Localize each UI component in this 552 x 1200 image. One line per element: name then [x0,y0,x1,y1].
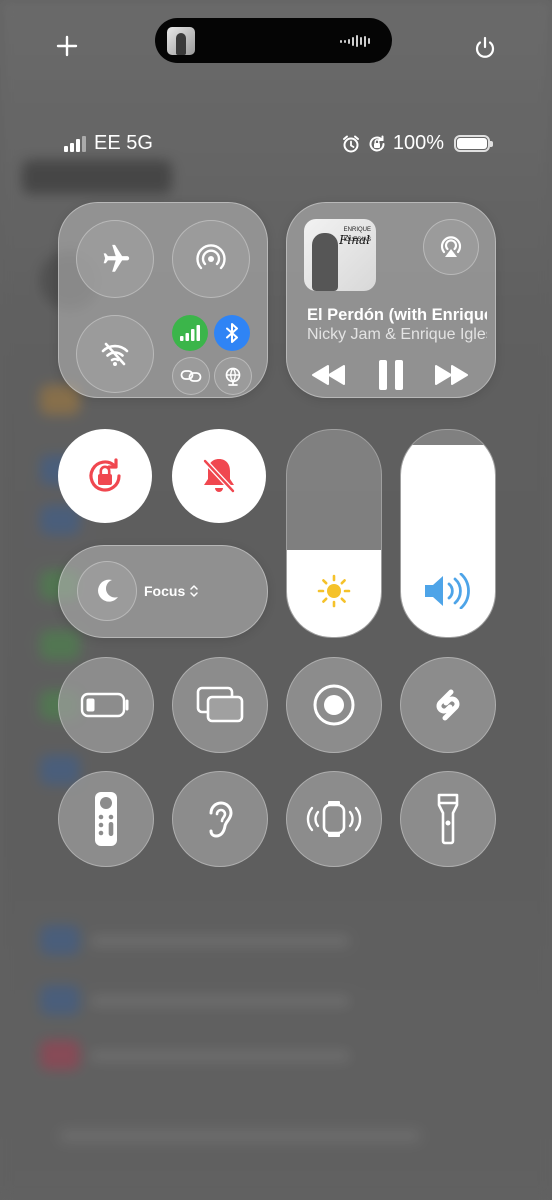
brightness-slider[interactable] [286,429,382,638]
bluetooth-icon [226,323,238,343]
cellular-data-toggle[interactable] [172,315,208,351]
shazam-icon [436,689,460,721]
dynamic-island[interactable] [155,18,392,63]
audio-waveform-icon [340,34,370,48]
pause-button[interactable] [377,359,405,396]
moon-icon [98,579,118,602]
flashlight-button[interactable] [400,771,496,867]
link-icon [180,370,202,382]
screen-mirroring-icon [196,686,244,723]
sun-icon [317,574,351,608]
orientation-lock-toggle[interactable] [58,429,152,523]
battery-icon [454,135,493,152]
focus-icon-circle [77,561,137,621]
status-bar-right: 100% [341,132,493,155]
personal-hotspot-toggle[interactable] [172,357,210,395]
add-control-button[interactable] [55,34,79,58]
airplay-button[interactable] [423,219,479,275]
globe-icon [225,367,241,386]
focus-label: Focus [144,583,186,599]
power-button[interactable] [471,34,499,62]
chevron-updown-icon [190,585,198,597]
album-art-title-text: Final [339,233,370,247]
battery-low-icon [80,692,129,718]
ping-my-watch-button[interactable] [286,771,382,867]
airdrop-icon [196,244,226,270]
cellular-signal-icon [64,135,86,152]
airplane-mode-toggle[interactable] [76,220,154,298]
ear-icon [209,801,233,838]
hearing-button[interactable] [172,771,268,867]
battery-percentage: 100% [392,132,444,154]
tv-remote-icon [95,792,117,846]
wifi-off-icon [101,342,129,366]
silent-mode-toggle[interactable] [172,429,266,523]
cellular-bars-icon [180,325,200,341]
carrier-label: EE 5G [94,132,153,154]
bluetooth-toggle[interactable] [214,315,250,351]
plus-icon [56,35,78,57]
focus-label-group: Focus [144,583,199,599]
rewind-icon [312,365,345,385]
fast-forward-icon [435,365,468,385]
song-title: El Perdón (with Enrique Iglesias) [307,306,487,324]
previous-track-button[interactable] [311,363,347,392]
status-bar-left: EE 5G [64,132,153,155]
screen-mirroring-button[interactable] [172,657,268,753]
alarm-icon [342,135,359,152]
airplane-icon [103,244,130,272]
vpn-toggle[interactable] [214,357,252,395]
watch-ping-icon [306,801,362,837]
shazam-button[interactable] [400,657,496,753]
island-album-art [167,27,195,55]
airplay-audio-icon [440,236,462,257]
rotation-lock-icon [89,458,121,492]
next-track-button[interactable] [433,363,469,392]
flashlight-icon [437,793,459,845]
screen-recording-button[interactable] [286,657,382,753]
volume-slider[interactable] [400,429,496,638]
album-art: ENRIQUE IGLESIAS Final [304,219,376,291]
apple-tv-remote-button[interactable] [58,771,154,867]
record-icon [313,684,355,726]
artist-name: Nicky Jam & Enrique Iglesias [307,326,487,343]
power-icon [475,36,495,58]
pause-icon [379,360,403,390]
low-power-mode-toggle[interactable] [58,657,154,753]
bell-slash-icon [202,458,236,494]
airdrop-toggle[interactable] [172,220,250,298]
orientation-lock-icon [369,135,385,151]
wifi-toggle[interactable] [76,315,154,393]
focus-button[interactable]: Focus [58,545,268,638]
now-playing-panel[interactable]: ENRIQUE IGLESIAS Final El Perdón (with E… [286,202,496,398]
speaker-wave-icon [425,573,470,609]
connectivity-panel[interactable] [58,202,268,398]
